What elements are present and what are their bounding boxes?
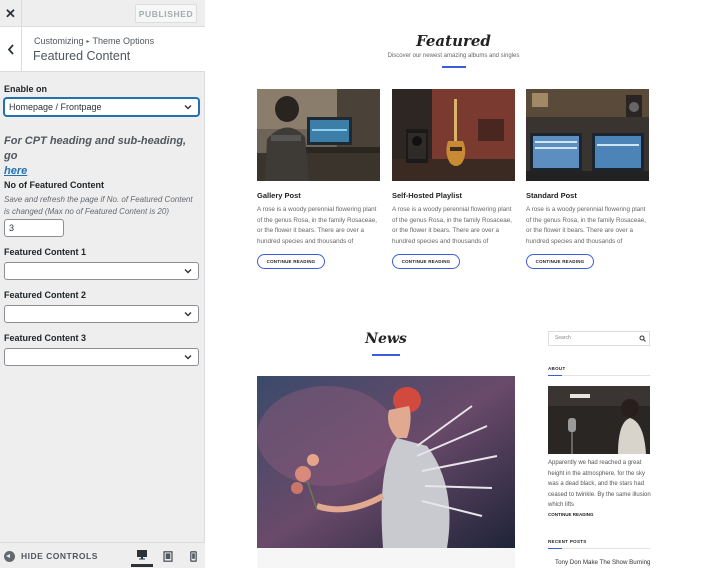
desktop-icon: [137, 550, 147, 560]
preview-desktop-button[interactable]: [131, 545, 153, 567]
about-image: [548, 386, 650, 454]
card-2-continue-button[interactable]: CONTINUE READING: [392, 254, 460, 269]
featured-content-3-select[interactable]: [4, 348, 199, 366]
card-1-image[interactable]: [257, 89, 380, 181]
chevron-down-icon: [184, 269, 192, 274]
mobile-icon: [189, 550, 197, 562]
breadcrumb-root: Customizing: [34, 36, 84, 46]
featured-content-1-label: Featured Content 1: [4, 247, 87, 257]
card-1-continue-button[interactable]: CONTINUE READING: [257, 254, 325, 269]
tablet-icon: [163, 550, 173, 562]
num-featured-input[interactable]: 3: [4, 219, 64, 237]
card-1-title[interactable]: Gallery Post: [257, 191, 380, 200]
back-button[interactable]: [0, 27, 22, 72]
enable-on-select[interactable]: Homepage / Frontpage: [4, 98, 199, 116]
num-featured-description: Save and refresh the page if No. of Feat…: [4, 195, 193, 216]
card-3-continue-button[interactable]: CONTINUE READING: [526, 254, 594, 269]
close-customizer-button[interactable]: ✕: [0, 0, 22, 27]
featured-content-2-label: Featured Content 2: [4, 290, 87, 300]
featured-card-3: Standard Post A rose is a woody perennia…: [526, 89, 649, 269]
sidebar-search-input[interactable]: Search: [548, 331, 650, 346]
about-widget-title: ABOUT: [548, 366, 566, 371]
recent-posts-title: RECENT POSTS: [548, 539, 587, 544]
chevron-down-icon: [184, 105, 192, 110]
card-2-image[interactable]: [392, 89, 515, 181]
about-widget-divider: [548, 375, 650, 376]
customizer-top-bar: ✕ PUBLISHED: [0, 0, 205, 27]
hide-controls-label: HIDE CONTROLS: [21, 551, 98, 561]
cpt-note-text: For CPT heading and sub-heading, go: [4, 135, 187, 162]
about-text: Apparently we had reached a great height…: [548, 460, 651, 508]
chevron-down-icon: [184, 355, 192, 360]
card-2-title[interactable]: Self-Hosted Playlist: [392, 191, 515, 200]
news-underline: [372, 354, 400, 356]
chevron-down-icon: [184, 312, 192, 317]
breadcrumb-separator-icon: ▸: [86, 39, 90, 45]
preview-mobile-button[interactable]: [182, 545, 204, 567]
breadcrumb-parent: Theme Options: [92, 36, 155, 46]
card-3-excerpt: A rose is a woody perennial flowering pl…: [526, 206, 647, 245]
search-placeholder: Search: [555, 335, 571, 341]
cpt-here-link[interactable]: here: [4, 165, 27, 177]
featured-content-2-select[interactable]: [4, 305, 199, 323]
customizer-footer: HIDE CONTROLS: [0, 542, 205, 568]
featured-underline: [442, 66, 466, 68]
about-continue-link[interactable]: CONTINUE READING: [548, 512, 594, 517]
featured-card-1: Gallery Post A rose is a woody perennial…: [257, 89, 380, 269]
news-card-body: [257, 548, 515, 568]
collapse-arrow-icon: [4, 551, 15, 562]
news-post-image[interactable]: [257, 376, 515, 548]
featured-subheading: Discover our newest amazing albums and s…: [387, 53, 520, 59]
num-featured-label: No of Featured Content: [4, 180, 104, 190]
card-1-excerpt: A rose is a woody perennial flowering pl…: [257, 206, 378, 245]
featured-content-1-select[interactable]: [4, 262, 199, 280]
close-icon: ✕: [5, 5, 16, 21]
published-button[interactable]: PUBLISHED: [135, 4, 197, 23]
preview-tablet-button[interactable]: [157, 545, 179, 567]
card-2-excerpt: A rose is a woody perennial flowering pl…: [392, 206, 513, 245]
news-heading: News: [365, 331, 407, 347]
section-title: Featured Content: [33, 49, 131, 63]
card-3-image[interactable]: [526, 89, 649, 181]
customizer-sidebar: ✕ PUBLISHED Customizing ▸ Theme Options Fe…: [0, 0, 205, 568]
featured-heading: Featured: [416, 32, 491, 50]
breadcrumb: Customizing ▸ Theme Options: [34, 36, 154, 46]
enable-on-label: Enable on: [4, 84, 48, 94]
search-icon: [639, 335, 646, 342]
recent-post-link[interactable]: Tony Don Make The Show Burning: [555, 559, 651, 566]
chevron-left-icon: [7, 44, 14, 55]
section-header: Customizing ▸ Theme Options Featured Conte…: [0, 27, 205, 72]
enable-on-value: Homepage / Frontpage: [9, 102, 102, 112]
featured-card-2: Self-Hosted Playlist A rose is a woody p…: [392, 89, 515, 269]
site-preview: Featured Discover our newest amazing alb…: [205, 0, 722, 568]
featured-content-3-label: Featured Content 3: [4, 333, 87, 343]
cpt-heading-note: For CPT heading and sub-heading, go here: [4, 134, 200, 179]
recent-posts-divider: [548, 548, 650, 549]
card-3-title[interactable]: Standard Post: [526, 191, 649, 200]
